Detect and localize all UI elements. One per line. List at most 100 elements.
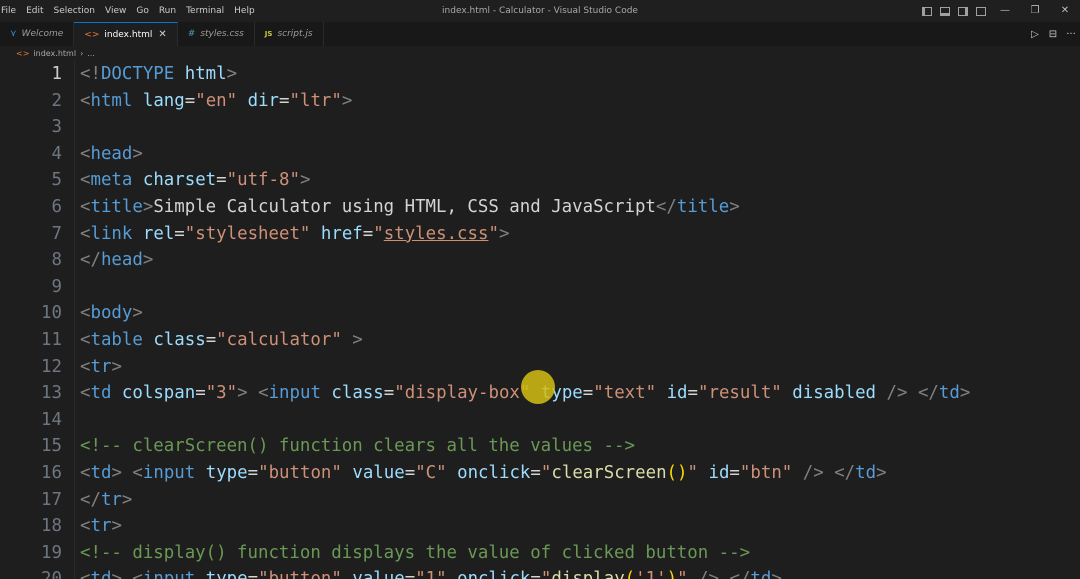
- code-token: '1': [635, 569, 666, 579]
- menu-view[interactable]: View: [100, 0, 131, 22]
- code-token: td: [855, 462, 877, 483]
- line-number: 8: [51, 250, 62, 271]
- line-number: 12: [41, 356, 62, 377]
- code-token: input: [142, 462, 196, 483]
- code-line[interactable]: 9: [0, 274, 1080, 301]
- code-text[interactable]: <html lang="en" dir="ltr">: [80, 88, 352, 115]
- menu-help[interactable]: Help: [229, 0, 260, 22]
- code-line[interactable]: 8 </head>: [0, 247, 1080, 274]
- code-token: (: [625, 569, 635, 579]
- code-line[interactable]: 16 <td> <input type="button" value="C" on…: [0, 460, 1080, 487]
- code-token: =: [216, 170, 227, 191]
- code-line[interactable]: 15 <!-- clearScreen() function clears all…: [0, 433, 1080, 460]
- close-tab-icon[interactable]: ✕: [158, 29, 166, 40]
- code-token: ): [667, 569, 677, 579]
- code-token: >: [111, 516, 122, 537]
- code-token: >: [121, 489, 133, 510]
- code-text[interactable]: <head>: [80, 141, 143, 168]
- code-line[interactable]: 2 <html lang="en" dir="ltr">: [0, 88, 1080, 115]
- code-token: rel: [142, 223, 175, 244]
- code-token: <: [80, 196, 91, 217]
- code-token: td: [90, 462, 112, 483]
- code-line[interactable]: 18 <tr>: [0, 513, 1080, 540]
- code-token: <: [80, 170, 91, 191]
- code-line[interactable]: 10 <body>: [0, 300, 1080, 327]
- code-token: <: [80, 223, 91, 244]
- mouse-cursor-highlight: [521, 370, 555, 404]
- toggle-secondary-sidebar-icon[interactable]: [958, 6, 968, 16]
- code-line[interactable]: 20<td> <input type="button" value="1" on…: [0, 566, 1080, 579]
- menu-file[interactable]: File: [0, 0, 21, 22]
- code-text[interactable]: <meta charset="utf-8">: [80, 167, 310, 194]
- minimize-button[interactable]: —: [990, 0, 1020, 22]
- code-line[interactable]: 7 <link rel="stylesheet" href="styles.css…: [0, 221, 1080, 248]
- breadcrumb-file[interactable]: index.html: [33, 49, 76, 58]
- tab-welcome[interactable]: ⋎ Welcome: [0, 22, 75, 46]
- menu-go[interactable]: Go: [131, 0, 153, 22]
- code-token: =: [184, 90, 196, 111]
- code-text[interactable]: </head>: [80, 247, 153, 274]
- code-text[interactable]: <link rel="stylesheet" href="styles.css"…: [80, 221, 509, 248]
- code-token: class: [331, 383, 384, 404]
- code-text[interactable]: <body>: [80, 300, 143, 327]
- menu-edit[interactable]: Edit: [21, 0, 48, 22]
- code-token: "3": [205, 383, 238, 404]
- code-token: >: [111, 569, 121, 579]
- code-text[interactable]: <!-- display() function displays the val…: [80, 540, 750, 567]
- breadcrumb-more[interactable]: ...: [87, 49, 95, 58]
- code-text[interactable]: </tr>: [80, 487, 132, 514]
- tab-script-js[interactable]: JS script.js: [255, 22, 324, 46]
- code-text[interactable]: <td> <input type="button" value="1" oncl…: [80, 566, 782, 579]
- tab-styles-css[interactable]: # styles.css: [178, 22, 255, 46]
- code-text[interactable]: <td> <input type="button" value="C" oncl…: [80, 460, 887, 487]
- code-editor[interactable]: 1 <!DOCTYPE html> 2 <html lang="en" dir="lt…: [0, 61, 1080, 579]
- code-text[interactable]: <!DOCTYPE html>: [80, 61, 237, 88]
- code-token: <: [132, 569, 142, 579]
- code-token: <: [80, 462, 91, 483]
- more-actions-icon[interactable]: ···: [1062, 29, 1080, 40]
- code-text[interactable]: <tr>: [80, 354, 122, 381]
- maximize-button[interactable]: ❐: [1020, 0, 1050, 22]
- code-line[interactable]: 17 </tr>: [0, 487, 1080, 514]
- code-token: dir: [247, 90, 280, 111]
- code-token: "btn": [739, 462, 793, 483]
- menu-terminal[interactable]: Terminal: [181, 0, 229, 22]
- code-line[interactable]: 19 <!-- display() function displays the v…: [0, 540, 1080, 567]
- code-text[interactable]: <title>Simple Calculator using HTML, CSS…: [80, 194, 740, 221]
- menu-run[interactable]: Run: [154, 0, 181, 22]
- code-token: >: [142, 196, 154, 217]
- code-token: =: [383, 383, 395, 404]
- code-text[interactable]: <!-- clearScreen() function clears all t…: [80, 433, 635, 460]
- run-icon[interactable]: ▷: [1026, 29, 1044, 40]
- code-line[interactable]: 4 <head>: [0, 141, 1080, 168]
- code-token: td: [90, 383, 112, 404]
- code-token: >: [729, 196, 740, 217]
- split-editor-icon[interactable]: ⊟: [1044, 29, 1062, 40]
- code-line[interactable]: 3: [0, 114, 1080, 141]
- code-token: </: [729, 569, 750, 579]
- toggle-panel-icon[interactable]: [940, 6, 950, 16]
- code-line[interactable]: 11 <table class="calculator" >: [0, 327, 1080, 354]
- tab-index-html[interactable]: <> index.html ✕: [74, 22, 178, 46]
- code-text[interactable]: <table class="calculator" >: [80, 327, 363, 354]
- code-token: onclick: [457, 569, 530, 579]
- code-token: >: [771, 569, 781, 579]
- code-token: =: [174, 223, 185, 244]
- code-line[interactable]: 14: [0, 407, 1080, 434]
- code-line[interactable]: 1 <!DOCTYPE html>: [0, 61, 1080, 88]
- code-line[interactable]: 6 <title>Simple Calculator using HTML, CS…: [0, 194, 1080, 221]
- code-line[interactable]: 5 <meta charset="utf-8">: [0, 167, 1080, 194]
- menu-selection[interactable]: Selection: [49, 0, 100, 22]
- code-token: "en": [195, 90, 238, 111]
- close-window-button[interactable]: ✕: [1050, 0, 1080, 22]
- code-text[interactable]: <tr>: [80, 513, 122, 540]
- customize-layout-icon[interactable]: [976, 6, 986, 16]
- toggle-primary-sidebar-icon[interactable]: [922, 6, 932, 16]
